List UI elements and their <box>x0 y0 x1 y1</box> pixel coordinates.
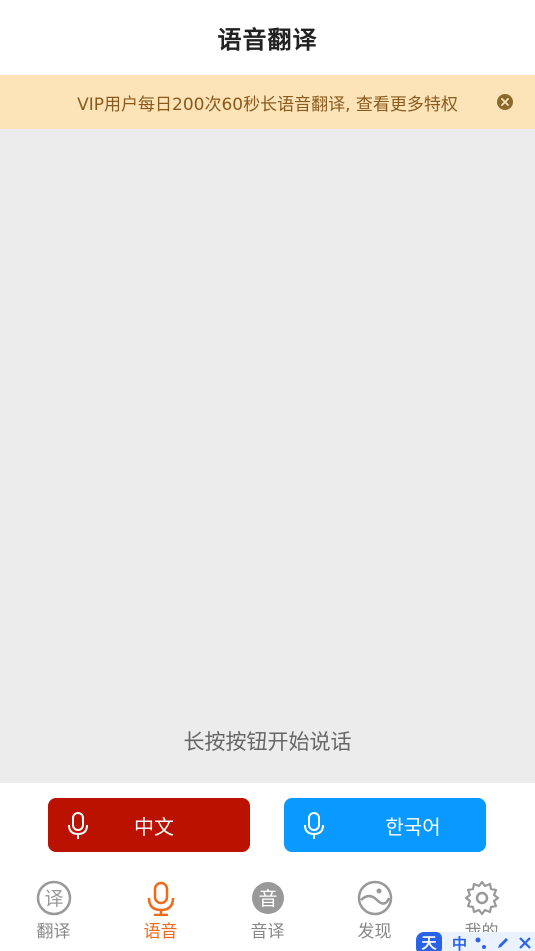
tab-transliteration-label: 音译 <box>250 922 285 942</box>
source-language-label: 中文 <box>134 814 174 839</box>
close-icon[interactable] <box>497 94 513 110</box>
source-language-mic-button[interactable]: 中文 <box>48 798 250 852</box>
microphone-icon <box>302 811 326 845</box>
microphone-icon <box>66 811 90 845</box>
tab-voice-label: 语音 <box>143 922 178 942</box>
ime-punctuation-icon[interactable] <box>474 935 488 951</box>
tab-discover[interactable]: 发现 <box>321 872 428 951</box>
gear-icon <box>464 880 500 916</box>
target-language-mic-button[interactable]: 한국어 <box>284 798 486 852</box>
vip-banner[interactable]: VIP用户每日200次60秒长语音翻译, 查看更多特权 <box>0 75 535 129</box>
vip-banner-text[interactable]: VIP用户每日200次60秒长语音翻译, 查看更多特权 <box>77 90 458 115</box>
ime-language-toggle[interactable]: 中 <box>452 933 467 951</box>
app-header: 语音翻译 <box>0 0 535 75</box>
microphone-icon <box>143 880 179 917</box>
sound-icon: 音 <box>250 880 286 916</box>
ime-logo: 天 <box>416 932 442 951</box>
discover-icon <box>357 880 393 916</box>
translate-icon: 译 <box>36 880 72 916</box>
translate-icon-glyph: 译 <box>44 888 63 910</box>
tab-transliteration[interactable]: 音 音译 <box>214 872 321 951</box>
page-title: 语音翻译 <box>217 26 318 54</box>
ime-edit-icon[interactable] <box>496 935 510 951</box>
ime-toolbar[interactable]: 天 中 <box>416 932 535 951</box>
transcript-area: 长按按钮开始说话 <box>0 129 535 783</box>
hold-to-speak-hint: 长按按钮开始说话 <box>183 730 352 754</box>
tab-voice[interactable]: 语音 <box>107 872 214 951</box>
tab-translate[interactable]: 译 翻译 <box>0 872 107 951</box>
ime-close-icon[interactable] <box>518 935 532 951</box>
sound-icon-glyph: 音 <box>258 888 277 910</box>
target-language-label: 한국어 <box>385 814 441 839</box>
tab-translate-label: 翻译 <box>36 922 71 942</box>
tab-discover-label: 发现 <box>357 922 392 942</box>
